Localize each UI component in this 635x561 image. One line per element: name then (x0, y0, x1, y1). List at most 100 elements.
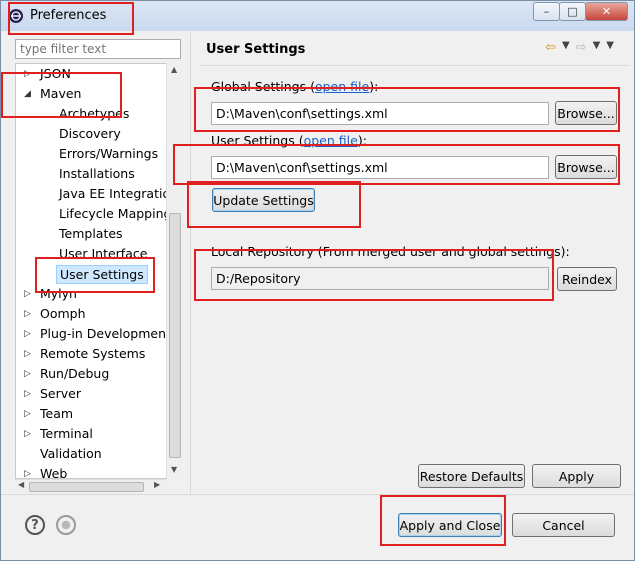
global-settings-label: Global Settings (open file): (211, 79, 378, 94)
maximize-button[interactable]: □ (559, 2, 586, 21)
expand-arrow-icon[interactable]: ▷ (24, 344, 31, 364)
user-open-file-link[interactable]: open file (304, 133, 358, 148)
tree-item[interactable]: ▷ Remote Systems (16, 344, 181, 364)
reindex-button[interactable]: Reindex (557, 267, 617, 291)
filter-input[interactable] (15, 39, 181, 59)
expand-arrow-icon[interactable]: ▷ (24, 384, 31, 404)
global-settings-text: Global Settings ( (211, 79, 315, 94)
tree-item-label: Terminal (40, 426, 93, 441)
record-macro-icon[interactable] (56, 515, 76, 535)
back-dropdown-icon[interactable]: ▼ (562, 40, 570, 55)
dialog-separator (1, 494, 634, 495)
forward-dropdown-icon[interactable]: ▼ (593, 40, 601, 55)
tree-item-label: User Settings (56, 265, 148, 284)
apply-button[interactable]: Apply (532, 464, 621, 488)
help-icon[interactable]: ? (25, 515, 45, 535)
page-navigation: ⇦ ▼ ⇨ ▼ ▼ (545, 40, 614, 55)
preferences-window: Preferences – □ ✕ ▷ JSON ◢ Maven Archetypes D… (0, 0, 635, 561)
tree-item[interactable]: Installations (16, 164, 181, 184)
tree-item[interactable]: User Interface (16, 244, 181, 264)
apply-and-close-button[interactable]: Apply and Close (398, 513, 502, 537)
tree-item-label: User Interface (59, 246, 148, 261)
tree-item-label: Oomph (40, 306, 86, 321)
scroll-up-icon[interactable]: ▲ (171, 65, 177, 74)
tree-item-label: Plug-in Development (40, 326, 171, 341)
user-settings-tail: ): (357, 133, 367, 148)
expand-arrow-icon[interactable]: ▷ (24, 464, 31, 478)
global-settings-tail: ): (369, 79, 379, 94)
scroll-right-icon[interactable]: ▶ (154, 480, 160, 489)
tree-item[interactable]: ▷ JSON (16, 64, 181, 84)
tree-item[interactable]: ◢ Maven (16, 84, 181, 104)
tree-item-label: Mylyn (40, 286, 77, 301)
global-open-file-link[interactable]: open file (315, 79, 369, 94)
tree-item[interactable]: ▷ Web (16, 464, 181, 479)
tree-item[interactable]: ▷ Mylyn (16, 284, 181, 304)
tree-item[interactable]: ▷ Server (16, 384, 181, 404)
local-repository-field: D:/Repository (211, 267, 549, 290)
tree-item[interactable]: ▷ Plug-in Development (16, 324, 181, 344)
expand-arrow-icon[interactable]: ▷ (24, 284, 31, 304)
tree-horizontal-scrollbar[interactable]: ◀ ▶ (15, 479, 166, 493)
global-settings-field[interactable]: D:\Maven\conf\settings.xml (211, 102, 549, 125)
scroll-thumb-horizontal[interactable] (29, 482, 144, 492)
tree-item[interactable]: Errors/Warnings (16, 144, 181, 164)
tree-item-label: Lifecycle Mapping (59, 206, 172, 221)
view-menu-icon[interactable]: ▼ (606, 40, 614, 55)
back-arrow-icon[interactable]: ⇦ (545, 40, 556, 55)
tree-item-label: Templates (59, 226, 123, 241)
tree-item[interactable]: Templates (16, 224, 181, 244)
user-settings-field[interactable]: D:\Maven\conf\settings.xml (211, 156, 549, 179)
tree-item-label: Web (40, 466, 68, 479)
window-title: Preferences (30, 8, 107, 23)
tree-item-label: Server (40, 386, 81, 401)
collapse-arrow-icon[interactable]: ◢ (24, 84, 31, 104)
tree-item[interactable]: ▷ Team (16, 404, 181, 424)
tree-item[interactable]: ▷ Run/Debug (16, 364, 181, 384)
minimize-button[interactable]: – (533, 2, 560, 21)
tree-item[interactable]: Archetypes (16, 104, 181, 124)
tree-item[interactable]: User Settings (16, 264, 181, 284)
title-bar: Preferences – □ ✕ (1, 1, 634, 31)
tree-item-label: Team (40, 406, 74, 421)
expand-arrow-icon[interactable]: ▷ (24, 424, 31, 444)
tree-item-label: Discovery (59, 126, 121, 141)
tree-item-label: Installations (59, 166, 135, 181)
tree-item-label: JSON (40, 66, 71, 81)
tree-item-label: Validation (40, 446, 102, 461)
tree-item-label: Maven (40, 86, 82, 101)
pane-divider[interactable] (190, 33, 191, 493)
expand-arrow-icon[interactable]: ▷ (24, 364, 31, 384)
header-separator (199, 65, 629, 66)
tree-item[interactable]: Java EE Integration (16, 184, 181, 204)
tree-item-label: Remote Systems (40, 346, 146, 361)
close-button[interactable]: ✕ (585, 2, 628, 21)
tree-item[interactable]: Lifecycle Mapping (16, 204, 181, 224)
scroll-thumb[interactable] (169, 213, 181, 458)
tree-item[interactable]: Validation (16, 444, 181, 464)
user-settings-label: User Settings (open file): (211, 133, 367, 148)
scroll-left-icon[interactable]: ◀ (18, 480, 24, 489)
expand-arrow-icon[interactable]: ▷ (24, 324, 31, 344)
scroll-down-icon[interactable]: ▼ (171, 465, 177, 474)
tree-item-label: Archetypes (59, 106, 130, 121)
forward-arrow-icon[interactable]: ⇨ (576, 40, 587, 55)
tree-item[interactable]: ▷ Terminal (16, 424, 181, 444)
expand-arrow-icon[interactable]: ▷ (24, 404, 31, 424)
preference-tree: ▷ JSON ◢ Maven Archetypes Discovery Errors/War… (15, 63, 182, 479)
update-settings-button[interactable]: Update Settings (212, 188, 315, 212)
tree-item[interactable]: Discovery (16, 124, 181, 144)
cancel-button[interactable]: Cancel (512, 513, 615, 537)
tree-item-label: Errors/Warnings (59, 146, 159, 161)
restore-defaults-button[interactable]: Restore Defaults (418, 464, 525, 488)
global-browse-button[interactable]: Browse... (555, 101, 617, 125)
tree-item-label: Java EE Integration (59, 186, 179, 201)
tree-item[interactable]: ▷ Oomph (16, 304, 181, 324)
page-title: User Settings (206, 42, 306, 57)
eclipse-app-icon (9, 9, 23, 23)
user-browse-button[interactable]: Browse... (555, 155, 617, 179)
tree-vertical-scrollbar[interactable]: ▲ ▼ (166, 63, 182, 479)
expand-arrow-icon[interactable]: ▷ (24, 304, 31, 324)
tree-item-label: Run/Debug (40, 366, 110, 381)
expand-arrow-icon[interactable]: ▷ (24, 64, 31, 84)
